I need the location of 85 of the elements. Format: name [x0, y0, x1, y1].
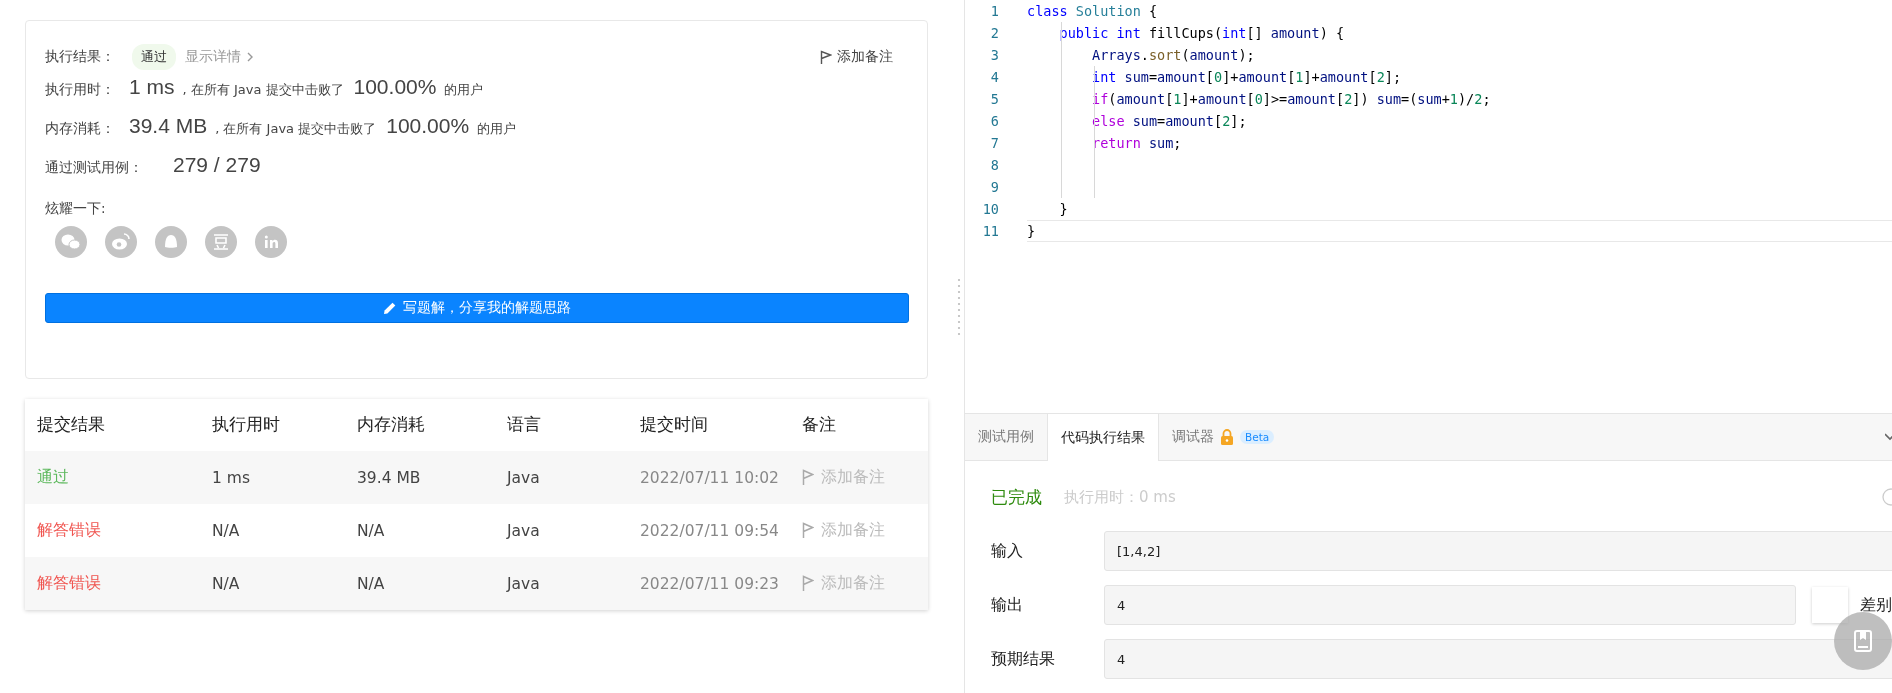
- table-cell-text: 1 ms: [212, 468, 251, 487]
- share-label: 炫耀一下:: [45, 200, 107, 218]
- console-tab[interactable]: 调试器 Beta: [1159, 414, 1288, 460]
- code-line: class Solution {: [1027, 3, 1158, 19]
- tests-label: 通过测试用例：: [45, 159, 143, 177]
- code-line: }: [1058, 201, 1068, 217]
- add-note-link[interactable]: 添加备注: [802, 573, 885, 594]
- code-line: Arrays.sort(amount);: [1091, 47, 1255, 63]
- flag-icon: [820, 49, 832, 65]
- flag-icon: [802, 522, 814, 539]
- column-header: 提交结果: [36, 414, 106, 436]
- io-field: 4: [1104, 639, 1892, 679]
- chat-bubbles-icon[interactable]: [55, 226, 87, 258]
- line-number: 2: [989, 25, 999, 41]
- table-cell-text: N/A: [212, 521, 241, 540]
- resize-handle-icon[interactable]: [956, 276, 961, 337]
- add-note-link[interactable]: 添加备注: [802, 520, 885, 541]
- write-solution-button[interactable]: 写题解，分享我的解题思路: [45, 293, 909, 323]
- status-badge: 通过: [132, 44, 176, 70]
- add-note-link[interactable]: 添加备注: [820, 48, 893, 66]
- percent-value: 100.00%: [386, 114, 470, 138]
- percent-value: 100.00%: [353, 75, 437, 99]
- column-header: 内存消耗: [357, 414, 426, 436]
- io-field: 4: [1104, 585, 1796, 625]
- result-label: 执行结果：: [45, 48, 116, 66]
- stat-suffix: 的用户: [444, 81, 484, 99]
- line-number: 10: [981, 201, 999, 217]
- chevron-right-icon: [246, 52, 254, 62]
- line-number: 8: [989, 157, 999, 173]
- line-number: 6: [989, 113, 999, 129]
- column-header: 执行用时: [212, 414, 281, 436]
- line-number: 7: [989, 135, 999, 151]
- tests-value: 279 / 279: [173, 153, 261, 177]
- line-number: 1: [989, 3, 999, 19]
- line-number: 3: [989, 47, 999, 63]
- io-label: 预期结果: [991, 648, 1056, 670]
- io-field: [1,4,2]: [1104, 531, 1892, 571]
- code-line: int sum=amount[0]+amount[1]+amount[2];: [1091, 69, 1402, 85]
- diff-toggle[interactable]: 差别: [1812, 587, 1892, 623]
- column-header: 提交时间: [640, 414, 709, 436]
- add-note-link[interactable]: 添加备注: [802, 467, 885, 488]
- table-cell-text: Java: [507, 574, 541, 593]
- in-logo-icon[interactable]: [255, 226, 287, 258]
- console-tab[interactable]: 测试用例: [965, 414, 1047, 460]
- bookmark-icon: [1853, 629, 1873, 653]
- line-number: 4: [989, 69, 999, 85]
- line-number: 9: [989, 179, 999, 195]
- code-line: else sum=amount[2];: [1091, 113, 1247, 129]
- table-cell-text: Java: [507, 521, 541, 540]
- run-status: 已完成: [991, 485, 1042, 509]
- stat-value: 1 ms: [129, 75, 175, 99]
- io-label: 输出: [991, 594, 1024, 616]
- table-cell-text: N/A: [212, 574, 241, 593]
- line-number: 11: [981, 223, 999, 239]
- flag-icon: [802, 575, 814, 592]
- stat-text: , 在所有 Java 提交中击败了: [182, 81, 344, 99]
- table-cell-text: 2022/07/11 09:54: [640, 521, 780, 540]
- penguin-icon[interactable]: [155, 226, 187, 258]
- stat-value: 39.4 MB: [129, 114, 208, 138]
- status-link[interactable]: 通过: [25, 467, 212, 488]
- pencil-icon: [383, 301, 397, 315]
- io-label: 输入: [991, 540, 1024, 562]
- help-icon[interactable]: [1882, 488, 1892, 506]
- table-cell-text: 39.4 MB: [357, 468, 422, 487]
- status-link[interactable]: 解答错误: [25, 573, 212, 594]
- table-cell-text: N/A: [357, 574, 386, 593]
- chevron-down-icon[interactable]: [1885, 433, 1892, 441]
- bean-icon[interactable]: [205, 226, 237, 258]
- code-line: }: [1027, 223, 1036, 239]
- stat-suffix: 的用户: [477, 120, 517, 138]
- stat-text: , 在所有 Java 提交中击败了: [215, 120, 377, 138]
- eye-swirl-icon[interactable]: [105, 226, 137, 258]
- console-tab[interactable]: 代码执行结果: [1047, 414, 1159, 461]
- table-cell-text: Java: [507, 468, 541, 487]
- line-number: 5: [989, 91, 999, 107]
- table-cell-text: N/A: [357, 521, 386, 540]
- flag-icon: [802, 469, 814, 486]
- details-link[interactable]: 显示详情: [185, 48, 254, 66]
- stat-label: 内存消耗：: [45, 120, 116, 138]
- stat-label: 执行用时：: [45, 81, 116, 99]
- table-cell-text: 2022/07/11 09:23: [640, 574, 780, 593]
- table-cell-text: 2022/07/11 10:02: [640, 468, 780, 487]
- column-header: 备注: [802, 414, 836, 436]
- column-header: 语言: [507, 414, 542, 436]
- status-link[interactable]: 解答错误: [25, 520, 212, 541]
